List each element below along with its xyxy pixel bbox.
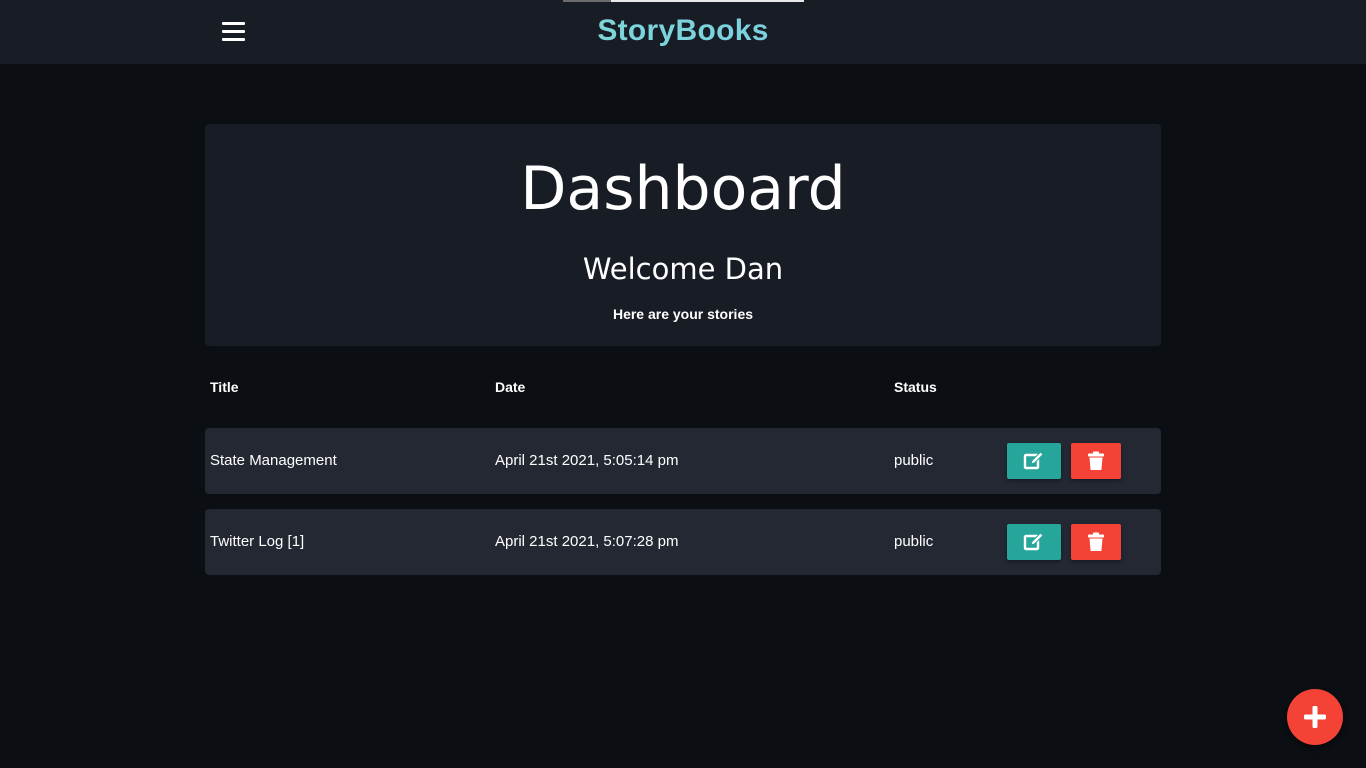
story-status: public (894, 533, 934, 550)
table-row: State Management April 21st 2021, 5:05:1… (205, 428, 1161, 494)
story-title: Twitter Log [1] (210, 533, 305, 550)
stories-subtitle: Here are your stories (612, 306, 754, 322)
welcome-text: Welcome Dan (582, 252, 784, 286)
dashboard-header-card: Dashboard Welcome Dan Here are your stor… (205, 124, 1161, 346)
column-header-date: Date (495, 379, 526, 395)
navbar: StoryBooks (0, 0, 1366, 64)
add-story-button[interactable] (1287, 689, 1343, 745)
top-strip (563, 0, 804, 2)
story-title: State Management (210, 452, 337, 469)
delete-story-button[interactable] (1071, 443, 1121, 479)
page-title: Dashboard (520, 154, 846, 224)
story-date: April 21st 2021, 5:07:28 pm (495, 533, 679, 550)
edit-story-button[interactable] (1007, 443, 1061, 479)
plus-icon (1304, 706, 1326, 728)
column-header-title: Title (210, 379, 239, 395)
column-header-status: Status (894, 379, 937, 395)
story-date: April 21st 2021, 5:05:14 pm (495, 452, 679, 469)
trash-icon (1088, 532, 1104, 551)
edit-icon (1023, 451, 1044, 470)
hamburger-line (222, 30, 245, 33)
brand-link[interactable]: StoryBooks (597, 14, 768, 47)
edit-story-button[interactable] (1007, 524, 1061, 560)
menu-button[interactable] (222, 22, 245, 42)
brand-logo: StoryBooks (0, 14, 1366, 48)
story-status: public (894, 452, 934, 469)
hamburger-line (222, 38, 245, 41)
hamburger-menu-icon (222, 22, 245, 25)
table-row: Twitter Log [1] April 21st 2021, 5:07:28… (205, 509, 1161, 575)
delete-story-button[interactable] (1071, 524, 1121, 560)
trash-icon (1088, 451, 1104, 470)
edit-icon (1023, 532, 1044, 551)
